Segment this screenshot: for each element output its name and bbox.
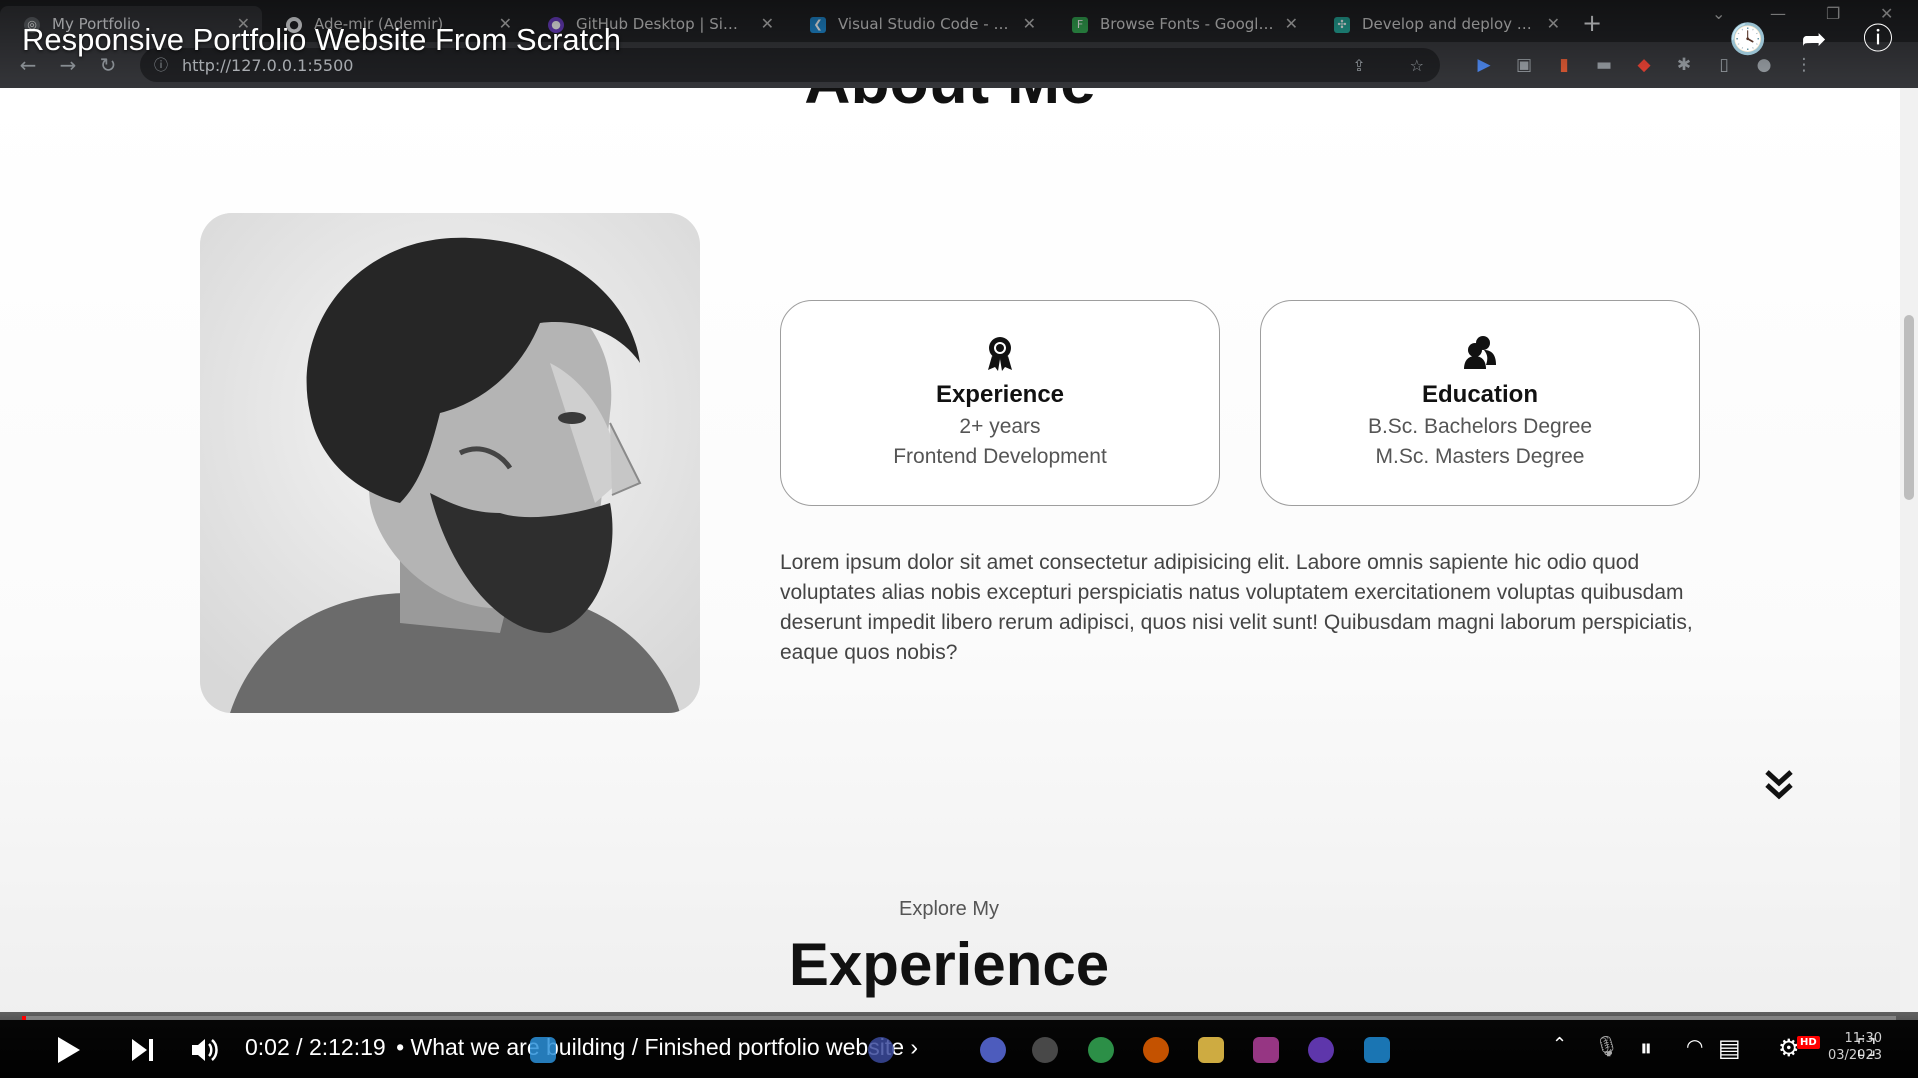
- card-line: Frontend Development: [893, 445, 1107, 468]
- tab-google-fonts[interactable]: F Browse Fonts - Google Fon ✕: [1048, 6, 1310, 42]
- video-time-display: 0:02 / 2:12:19 • What we are building / …: [245, 1034, 918, 1061]
- github-desktop-taskbar-icon[interactable]: [1308, 1037, 1334, 1063]
- tab-netlify[interactable]: ✣ Develop and deploy websit ✕: [1310, 6, 1572, 42]
- url-text: http://127.0.0.1:5500: [182, 55, 354, 75]
- file-explorer-taskbar-icon[interactable]: [1198, 1037, 1224, 1063]
- scroll-down-arrow-icon[interactable]: [1762, 768, 1796, 802]
- taskbar-app-icon[interactable]: [1032, 1037, 1058, 1063]
- subtitles-icon[interactable]: ▤: [1718, 1034, 1741, 1062]
- system-tray-chevron-icon[interactable]: ⌃: [1552, 1034, 1567, 1055]
- chapter-chevron-icon[interactable]: ›: [910, 1034, 918, 1060]
- scrollbar-thumb[interactable]: [1904, 315, 1914, 500]
- close-icon[interactable]: ✕: [1285, 14, 1298, 33]
- education-icon: [1261, 335, 1699, 371]
- next-video-button[interactable]: [130, 1032, 156, 1068]
- page-scrollbar[interactable]: [1900, 88, 1918, 1020]
- volume-icon: [192, 1039, 218, 1061]
- chrome-taskbar-icon[interactable]: [1088, 1037, 1114, 1063]
- portfolio-page: About Me: [0, 88, 1918, 1020]
- watch-later-icon[interactable]: 🕓: [1726, 18, 1770, 62]
- extension-icon[interactable]: ▮: [1544, 55, 1584, 75]
- tab-vscode[interactable]: ❮ Visual Studio Code - Code ✕: [786, 6, 1048, 42]
- screen: ◎ My Portfolio ✕ ● Ade-mir (Ademir) ✕ ● …: [0, 0, 1918, 1078]
- extension-icon[interactable]: ▶: [1464, 55, 1504, 75]
- portrait-illustration: [200, 213, 700, 713]
- skip-next-icon: [132, 1039, 153, 1061]
- close-icon[interactable]: ✕: [1547, 14, 1560, 33]
- card-line: 2+ years: [959, 415, 1041, 438]
- video-progress-fill: [22, 1016, 26, 1020]
- share-icon[interactable]: ⇪: [1352, 56, 1365, 75]
- card-line: B.Sc. Bachelors Degree: [1367, 415, 1593, 438]
- bookmark-star-icon[interactable]: ☆: [1410, 56, 1424, 75]
- taskbar-app-icon[interactable]: [980, 1037, 1006, 1063]
- profile-picture: [200, 213, 700, 713]
- extension-icon[interactable]: ▬: [1584, 55, 1624, 75]
- site-info-icon[interactable]: ⓘ: [154, 55, 168, 75]
- duration: 2:12:19: [308, 1034, 386, 1060]
- play-icon: [58, 1037, 80, 1063]
- vscode-taskbar-icon[interactable]: [1364, 1037, 1390, 1063]
- education-card: Education B.Sc. Bachelors Degree M.Sc. M…: [1260, 300, 1700, 506]
- card-title: Education: [1421, 381, 1538, 408]
- close-icon[interactable]: ✕: [761, 14, 774, 33]
- volume-button[interactable]: [190, 1032, 220, 1068]
- wifi-icon: ◠: [1686, 1034, 1704, 1058]
- minimize-icon[interactable]: —: [1770, 4, 1786, 23]
- microphone-icon[interactable]: 🎙: [1594, 1034, 1619, 1058]
- info-icon[interactable]: ⓘ: [1856, 18, 1900, 62]
- firefox-taskbar-icon[interactable]: [1143, 1037, 1169, 1063]
- current-time: 0:02: [245, 1034, 290, 1060]
- netlify-icon: ✣: [1334, 17, 1350, 33]
- fullscreen-icon[interactable]: ⛶: [1858, 1034, 1875, 1062]
- about-text: Lorem ipsum dolor sit amet consectetur a…: [780, 551, 1693, 664]
- extension-icon[interactable]: ◆: [1624, 55, 1664, 75]
- puzzle-icon[interactable]: ✱: [1664, 55, 1704, 75]
- tab-label: Visual Studio Code - Code: [838, 15, 1014, 33]
- video-progress-bar[interactable]: [22, 1016, 1896, 1020]
- tab-search-icon[interactable]: ⌄: [1712, 4, 1725, 23]
- tab-label: Browse Fonts - Google Fon: [1100, 15, 1276, 33]
- chapter-title[interactable]: • What we are building / Finished portfo…: [396, 1034, 904, 1060]
- extension-icon[interactable]: ▣: [1504, 55, 1544, 75]
- hd-badge: HD: [1797, 1036, 1820, 1049]
- share-arrow-icon[interactable]: ➦: [1792, 18, 1836, 62]
- experience-card: Experience 2+ years Frontend Development: [780, 300, 1220, 506]
- taskbar-app-icon[interactable]: [1253, 1037, 1279, 1063]
- time-separator: /: [296, 1034, 309, 1060]
- autoplay-toggle[interactable]: ⏸: [1640, 1034, 1652, 1062]
- section-subtitle: Explore My: [898, 898, 1000, 920]
- section-title: Experience: [788, 931, 1110, 998]
- card-line: M.Sc. Masters Degree: [1375, 445, 1585, 468]
- about-heading: About Me: [700, 88, 1200, 118]
- award-icon: [781, 335, 1219, 371]
- tab-label: Develop and deploy websit: [1362, 15, 1538, 33]
- taskbar-app-icon[interactable]: [530, 1037, 556, 1063]
- taskbar-app-icon[interactable]: [868, 1037, 894, 1063]
- vscode-icon: ❮: [810, 17, 826, 33]
- google-fonts-icon: F: [1072, 17, 1088, 33]
- video-title[interactable]: Responsive Portfolio Website From Scratc…: [22, 22, 621, 58]
- close-icon[interactable]: ✕: [1023, 14, 1036, 33]
- play-button[interactable]: [56, 1032, 82, 1068]
- card-title: Experience: [935, 381, 1065, 408]
- new-tab-button[interactable]: +: [1572, 6, 1612, 42]
